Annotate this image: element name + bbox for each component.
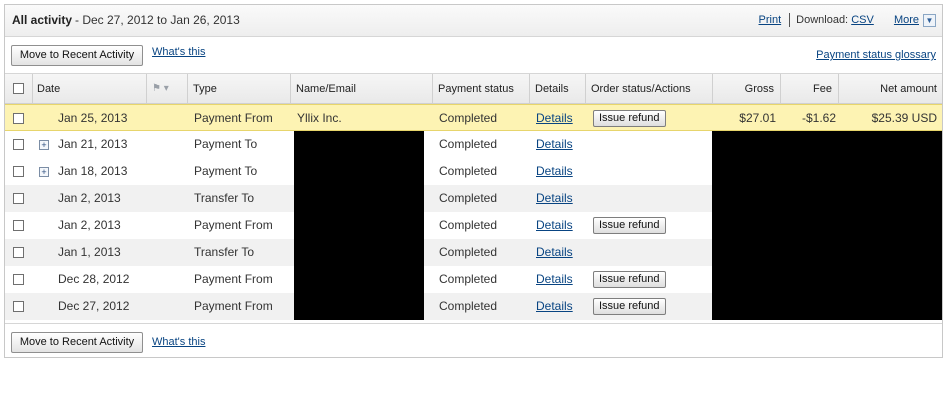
column-header-fee: Fee xyxy=(781,74,839,103)
row-type: Payment From xyxy=(194,218,273,232)
row-type: Payment From xyxy=(194,299,273,313)
row-status: Completed xyxy=(439,137,498,151)
row-name: Yllix Inc. xyxy=(297,111,342,125)
row-type: Payment To xyxy=(194,164,258,178)
row-checkbox[interactable] xyxy=(13,274,24,285)
redacted-names-block xyxy=(294,131,424,320)
details-link[interactable]: Details xyxy=(536,245,573,259)
row-date: Dec 27, 2012 xyxy=(58,299,130,313)
issue-refund-button[interactable]: Issue refund xyxy=(593,271,666,288)
activity-header: All activity - Dec 27, 2012 to Jan 26, 2… xyxy=(5,5,942,37)
row-type: Payment To xyxy=(194,137,258,151)
row-date: Jan 21, 2013 xyxy=(58,137,128,151)
header-tools: Print Download: CSV More ▼ xyxy=(759,13,936,27)
expand-icon[interactable]: + xyxy=(39,140,49,150)
expand-icon[interactable]: + xyxy=(39,167,49,177)
row-fee: -$1.62 xyxy=(801,111,836,125)
row-date: Jan 1, 2013 xyxy=(58,245,121,259)
issue-refund-button[interactable]: Issue refund xyxy=(593,298,666,315)
row-gross: $27.01 xyxy=(739,111,776,125)
row-status: Completed xyxy=(439,245,498,259)
column-header-order: Order status/Actions xyxy=(586,74,713,103)
row-date: Jan 2, 2013 xyxy=(58,218,121,232)
row-type: Transfer To xyxy=(194,245,255,259)
print-link[interactable]: Print xyxy=(759,14,782,26)
row-status: Completed xyxy=(439,111,498,125)
row-checkbox[interactable] xyxy=(13,193,24,204)
select-all-checkbox[interactable] xyxy=(13,83,24,94)
row-date: Jan 18, 2013 xyxy=(58,164,128,178)
column-header-type: Type xyxy=(188,74,291,103)
row-checkbox[interactable] xyxy=(13,220,24,231)
table-row[interactable]: Jan 25, 2013 Payment From Yllix Inc. Com… xyxy=(5,104,942,131)
row-checkbox[interactable] xyxy=(13,166,24,177)
more-link[interactable]: More xyxy=(894,14,919,26)
details-link[interactable]: Details xyxy=(536,299,573,313)
csv-download-link[interactable]: CSV xyxy=(851,14,874,26)
row-type: Payment From xyxy=(194,272,273,286)
date-range: - Dec 27, 2012 to Jan 26, 2013 xyxy=(75,13,240,27)
top-action-bar: Move to Recent Activity What's this Paym… xyxy=(5,37,942,74)
move-to-recent-activity-button[interactable]: Move to Recent Activity xyxy=(11,45,143,66)
select-all-cell xyxy=(5,74,33,103)
details-link[interactable]: Details xyxy=(536,164,573,178)
download-label: Download: xyxy=(796,13,849,26)
column-header-details: Details xyxy=(530,74,586,103)
row-status: Completed xyxy=(439,164,498,178)
issue-refund-button[interactable]: Issue refund xyxy=(593,110,666,127)
payment-status-glossary-link[interactable]: Payment status glossary xyxy=(816,49,936,61)
row-checkbox[interactable] xyxy=(13,301,24,312)
row-date: Dec 28, 2012 xyxy=(58,272,130,286)
row-status: Completed xyxy=(439,191,498,205)
row-date: Jan 25, 2013 xyxy=(58,111,128,125)
page-title: All activity xyxy=(12,13,73,27)
details-link[interactable]: Details xyxy=(536,111,573,125)
column-header-date[interactable]: Date xyxy=(33,74,147,103)
row-checkbox[interactable] xyxy=(13,113,24,124)
details-link[interactable]: Details xyxy=(536,218,573,232)
row-type: Payment From xyxy=(194,111,273,125)
chevron-down-icon[interactable]: ▼ xyxy=(923,13,936,27)
redacted-amounts-block xyxy=(712,131,942,320)
column-header-gross: Gross xyxy=(713,74,781,103)
flag-filter[interactable]: ⚑ ▾ xyxy=(147,74,188,103)
column-header-name: Name/Email xyxy=(291,74,433,103)
details-link[interactable]: Details xyxy=(536,191,573,205)
column-header-status: Payment status xyxy=(433,74,530,103)
row-checkbox[interactable] xyxy=(13,139,24,150)
row-status: Completed xyxy=(439,272,498,286)
issue-refund-button[interactable]: Issue refund xyxy=(593,217,666,234)
row-net: $25.39 USD xyxy=(871,111,937,125)
activity-panel: All activity - Dec 27, 2012 to Jan 26, 2… xyxy=(4,4,943,358)
bottom-action-bar: Move to Recent Activity What's this xyxy=(5,323,942,360)
whats-this-link[interactable]: What's this xyxy=(152,336,205,348)
details-link[interactable]: Details xyxy=(536,137,573,151)
row-type: Transfer To xyxy=(194,191,255,205)
flag-icon: ⚑ ▾ xyxy=(152,83,169,94)
row-checkbox[interactable] xyxy=(13,247,24,258)
row-status: Completed xyxy=(439,299,498,313)
column-header-net: Net amount xyxy=(880,83,937,95)
row-status: Completed xyxy=(439,218,498,232)
details-link[interactable]: Details xyxy=(536,272,573,286)
move-to-recent-activity-button[interactable]: Move to Recent Activity xyxy=(11,332,143,353)
table-header: Date ⚑ ▾ Type Name/Email Payment status … xyxy=(5,74,942,104)
row-date: Jan 2, 2013 xyxy=(58,191,121,205)
divider xyxy=(789,13,791,27)
whats-this-link[interactable]: What's this xyxy=(152,46,205,58)
